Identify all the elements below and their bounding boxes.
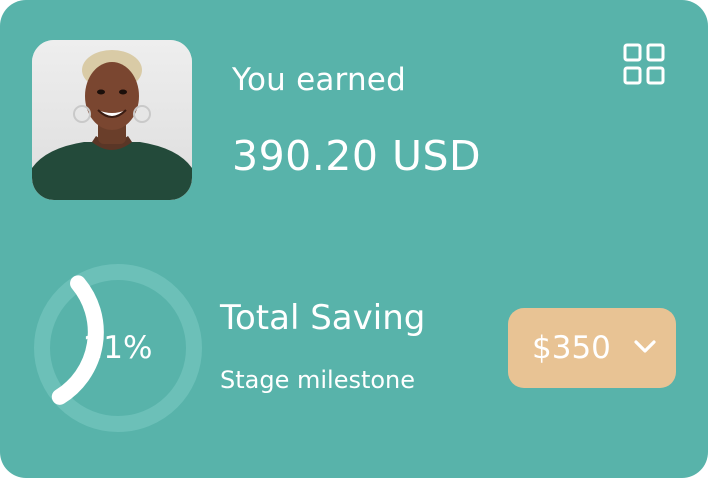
saving-title: Total Saving — [220, 298, 426, 338]
earned-label: You earned — [232, 62, 406, 98]
amount-dropdown[interactable]: $350 — [508, 308, 676, 388]
avatar — [32, 40, 192, 200]
earnings-card: You earned 390.20 USD 21% Total Saving S… — [0, 0, 708, 478]
saving-subtitle: Stage milestone — [220, 366, 416, 394]
grid-menu-button[interactable] — [622, 42, 666, 86]
profile-photo — [32, 40, 192, 200]
grid-icon — [623, 43, 665, 85]
progress-percent: 21% — [83, 330, 153, 366]
chevron-down-icon — [634, 340, 656, 353]
amount-value: $350 — [532, 330, 611, 366]
earned-amount: 390.20 USD — [232, 132, 482, 180]
